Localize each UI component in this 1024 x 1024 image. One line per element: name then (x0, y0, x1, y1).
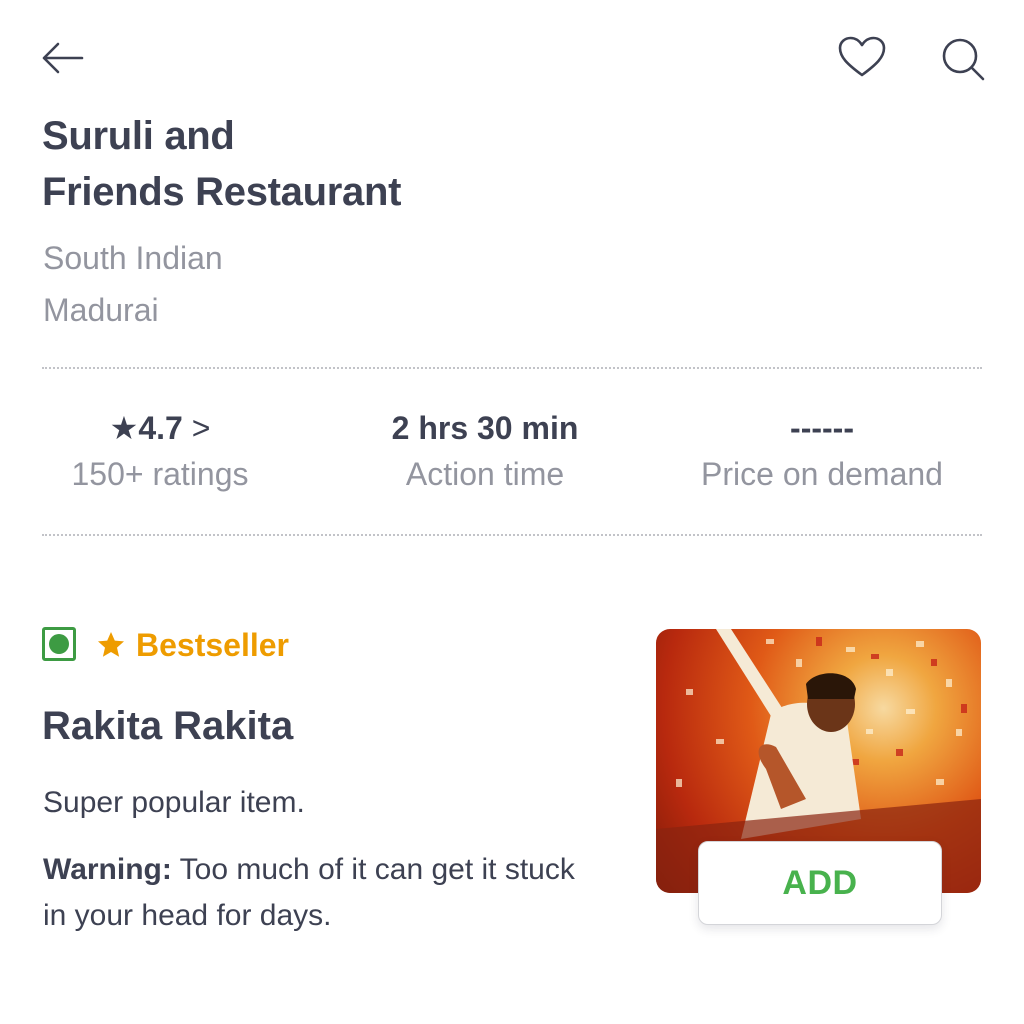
time-label: Action time (405, 456, 565, 492)
star-icon: ★ (109, 410, 139, 446)
chevron-right-icon: > (191, 410, 211, 446)
cuisine-label: South Indian (43, 240, 223, 276)
divider-top (42, 367, 982, 369)
arrow-left-icon (42, 42, 84, 74)
time-value: 2 hrs 30 min (391, 410, 579, 446)
rating-count-label: 150+ ratings (71, 456, 249, 492)
time-stat: 2 hrs 30 min Action time (365, 404, 605, 496)
search-icon (942, 38, 985, 81)
rating-stat[interactable]: ★4.7 > 150+ ratings (40, 404, 280, 496)
rating-value-row: ★4.7 > (40, 404, 280, 452)
divider-bottom (42, 534, 982, 536)
rating-value: 4.7 (138, 410, 183, 446)
item-description: Super popular item. (43, 786, 305, 819)
restaurant-name-line1: Suruli and (42, 114, 235, 158)
add-button[interactable]: ADD (698, 841, 942, 925)
restaurant-name-line2: Friends Restaurant (42, 170, 402, 214)
veg-indicator-icon (42, 627, 76, 661)
star-icon (98, 632, 124, 657)
price-stat: ------ Price on demand (672, 404, 972, 496)
bestseller-label: Bestseller (136, 627, 289, 663)
favorite-button[interactable] (834, 34, 890, 80)
bestseller-badge: Bestseller (96, 626, 289, 664)
restaurant-name: Suruli and Friends Restaurant (42, 108, 602, 220)
location-label: Madurai (43, 292, 159, 328)
back-button[interactable] (36, 36, 88, 80)
search-button[interactable] (938, 34, 988, 84)
heart-outline-icon (838, 36, 886, 77)
item-name: Rakita Rakita (42, 704, 294, 748)
item-warning: Warning: Too much of it can get it stuck… (43, 847, 583, 939)
warning-label: Warning: (43, 853, 172, 886)
price-label: Price on demand (701, 456, 943, 492)
price-value: ------ (790, 410, 854, 446)
